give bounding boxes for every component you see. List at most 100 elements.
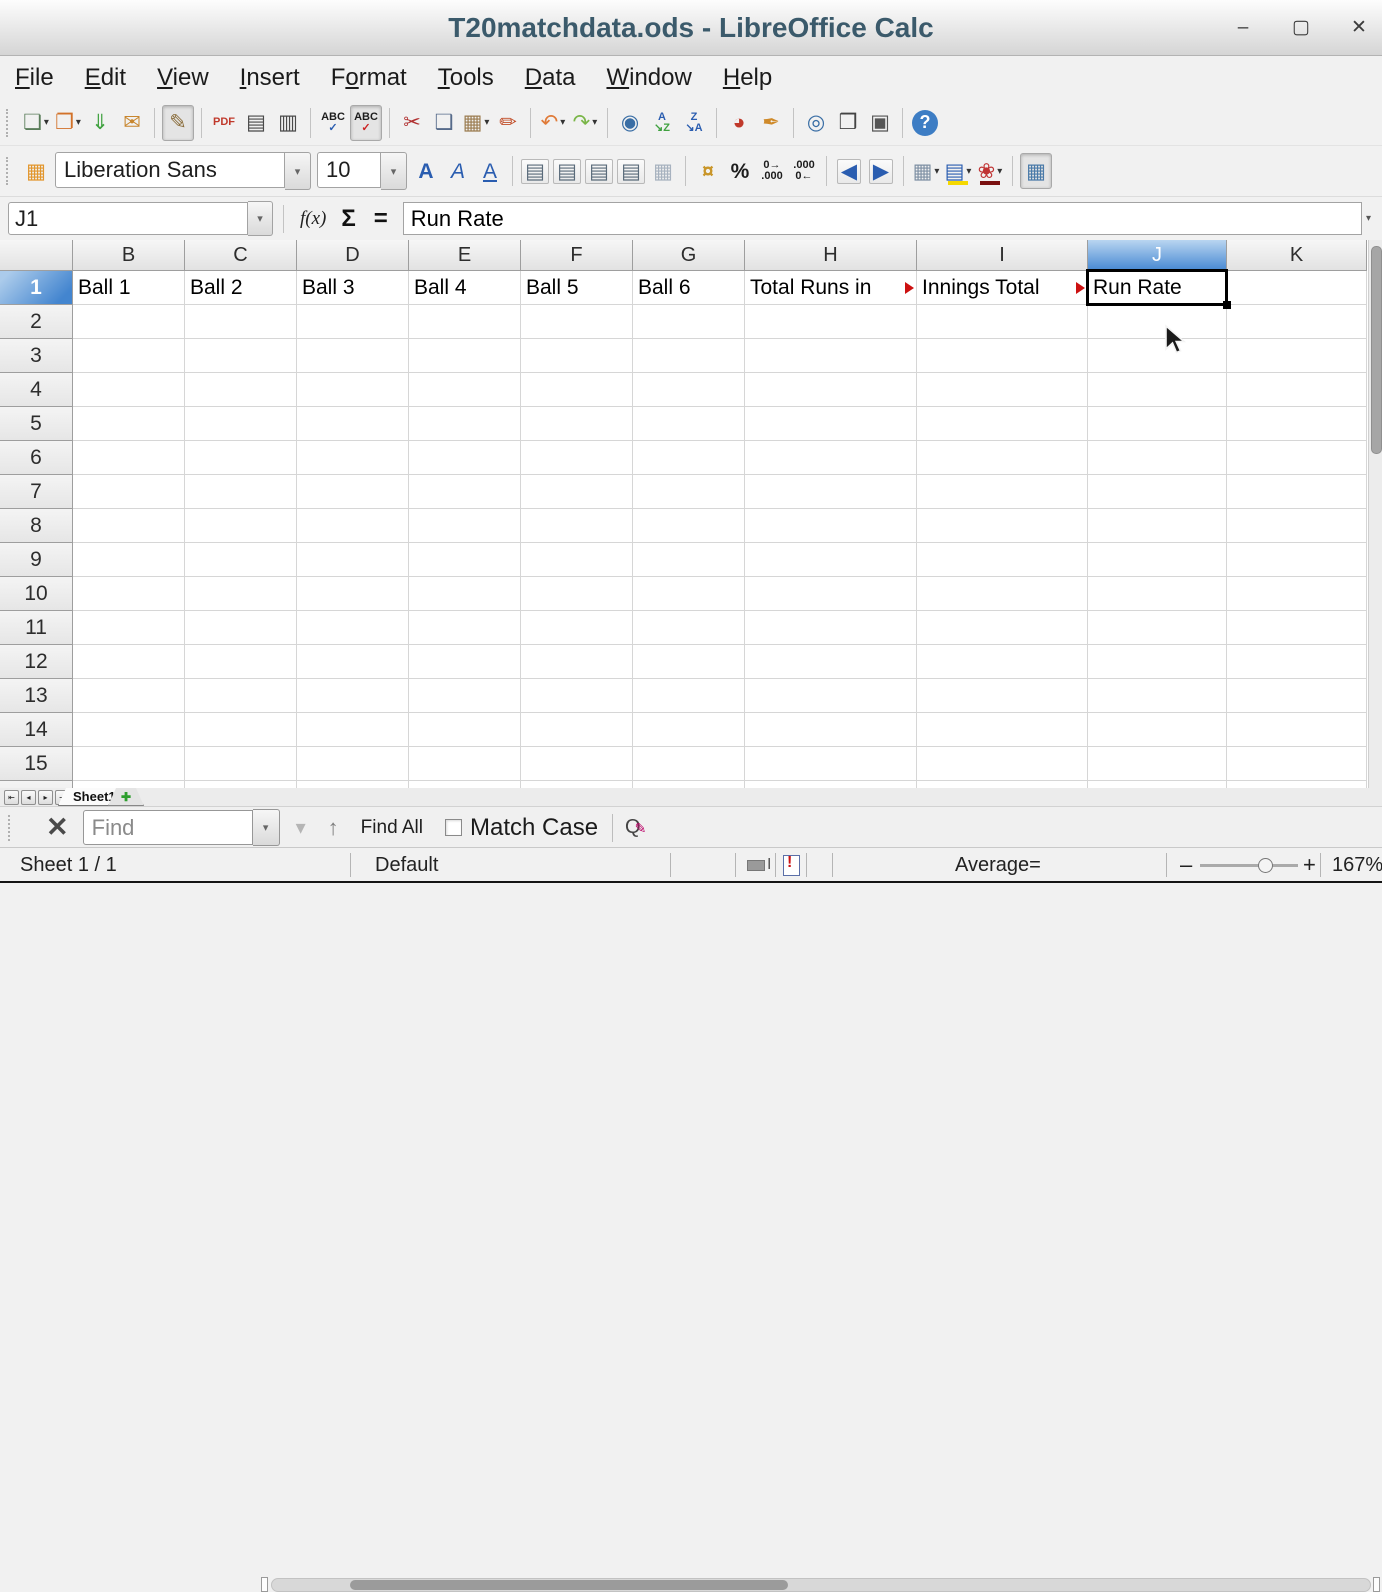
cell-F3[interactable] [521,339,633,373]
dropdown-caret-icon[interactable]: ▾ [76,117,81,128]
cell-I8[interactable] [917,509,1088,543]
hyperlink-icon[interactable]: ◎ [801,106,831,140]
cell-K11[interactable] [1227,611,1367,645]
select-all-corner[interactable] [0,240,73,271]
cell-D8[interactable] [297,509,409,543]
cell-D11[interactable] [297,611,409,645]
dropdown-caret-icon[interactable]: ▾ [997,166,1002,177]
underline-icon[interactable]: A [475,154,505,188]
undo-icon[interactable]: ↶▾ [538,106,568,140]
cell-D2[interactable] [297,305,409,339]
cell-J8[interactable] [1088,509,1227,543]
align-justified-icon[interactable]: ▤ [616,154,646,188]
dropdown-caret-icon[interactable]: ▾ [934,166,939,177]
cell-F12[interactable] [521,645,633,679]
cell-E10[interactable] [409,577,521,611]
cell-K3[interactable] [1227,339,1367,373]
match-case-label[interactable]: Match Case [470,814,598,842]
cell-K6[interactable] [1227,441,1367,475]
zoom-level[interactable]: 167% [1332,848,1382,882]
cell-K14[interactable] [1227,713,1367,747]
cell-G10[interactable] [633,577,745,611]
cell-G5[interactable] [633,407,745,441]
cell-I14[interactable] [917,713,1088,747]
cell-H6[interactable] [745,441,917,475]
minimize-button[interactable]: – [1232,17,1254,39]
cell-F6[interactable] [521,441,633,475]
cell-F9[interactable] [521,543,633,577]
font-name-input[interactable] [55,152,285,188]
cell-G3[interactable] [633,339,745,373]
row-header-8[interactable]: 8 [0,509,73,543]
name-box-dropdown-icon[interactable]: ▾ [248,201,273,236]
cell-H13[interactable] [745,679,917,713]
dropdown-caret-icon[interactable]: ▾ [44,117,49,128]
column-header-D[interactable]: D [297,240,409,271]
cell-E2[interactable] [409,305,521,339]
print-preview-icon[interactable]: ▥ [273,106,303,140]
row-header-12[interactable]: 12 [0,645,73,679]
clone-formatting-icon[interactable]: ✏ [493,106,523,140]
menu-window[interactable]: Window [606,64,691,92]
cell-J11[interactable] [1088,611,1227,645]
currency-icon[interactable]: ¤ [693,154,723,188]
cell-J2[interactable] [1088,305,1227,339]
cell-G2[interactable] [633,305,745,339]
find-previous-icon[interactable]: ↑ [328,815,339,841]
cell-B11[interactable] [73,611,185,645]
menu-edit[interactable]: Edit [85,64,126,92]
cell-F10[interactable] [521,577,633,611]
cell-G16[interactable] [633,781,745,788]
cell-C9[interactable] [185,543,297,577]
cell-F4[interactable] [521,373,633,407]
cell-I4[interactable] [917,373,1088,407]
cut-icon[interactable]: ✂ [397,106,427,140]
next-sheet-icon[interactable]: ▸ [38,790,53,805]
border-color-icon[interactable]: ❀▾ [975,154,1005,188]
expand-formula-bar-icon[interactable]: ▾ [1366,213,1380,224]
equals-icon[interactable]: = [374,205,388,233]
zoom-in-icon[interactable]: + [1303,848,1316,882]
column-header-I[interactable]: I [917,240,1088,271]
cell-I6[interactable] [917,441,1088,475]
row-header-1[interactable]: 1 [0,271,73,305]
cell-D16[interactable] [297,781,409,788]
sheet-number-status[interactable]: Sheet 1 / 1 [20,848,117,882]
row-header-5[interactable]: 5 [0,407,73,441]
cell-E4[interactable] [409,373,521,407]
cell-D4[interactable] [297,373,409,407]
cell-D14[interactable] [297,713,409,747]
cell-C4[interactable] [185,373,297,407]
menu-help[interactable]: Help [723,64,772,92]
document-modified-icon[interactable] [783,848,800,882]
row-header-7[interactable]: 7 [0,475,73,509]
cell-J5[interactable] [1088,407,1227,441]
cell-G15[interactable] [633,747,745,781]
menu-file[interactable]: File [15,64,54,92]
row-header-15[interactable]: 15 [0,747,73,781]
cell-K4[interactable] [1227,373,1367,407]
align-center-icon[interactable]: ▤ [552,154,582,188]
cell-D3[interactable] [297,339,409,373]
add-decimal-icon[interactable]: 0→.000 [757,154,787,188]
cell-K15[interactable] [1227,747,1367,781]
cell-K16[interactable] [1227,781,1367,788]
cell-I12[interactable] [917,645,1088,679]
cell-B6[interactable] [73,441,185,475]
cell-K8[interactable] [1227,509,1367,543]
cell-K13[interactable] [1227,679,1367,713]
fill-handle[interactable] [1223,301,1231,309]
page-style-status[interactable]: Default [375,848,438,882]
dropdown-caret-icon[interactable]: ▾ [592,117,597,128]
cell-E3[interactable] [409,339,521,373]
cell-J4[interactable] [1088,373,1227,407]
cell-E6[interactable] [409,441,521,475]
cell-E7[interactable] [409,475,521,509]
column-header-G[interactable]: G [633,240,745,271]
cell-G6[interactable] [633,441,745,475]
column-header-C[interactable]: C [185,240,297,271]
cell-H3[interactable] [745,339,917,373]
cell-J3[interactable] [1088,339,1227,373]
cell-E1[interactable]: Ball 4 [409,271,521,305]
cell-B16[interactable] [73,781,185,788]
